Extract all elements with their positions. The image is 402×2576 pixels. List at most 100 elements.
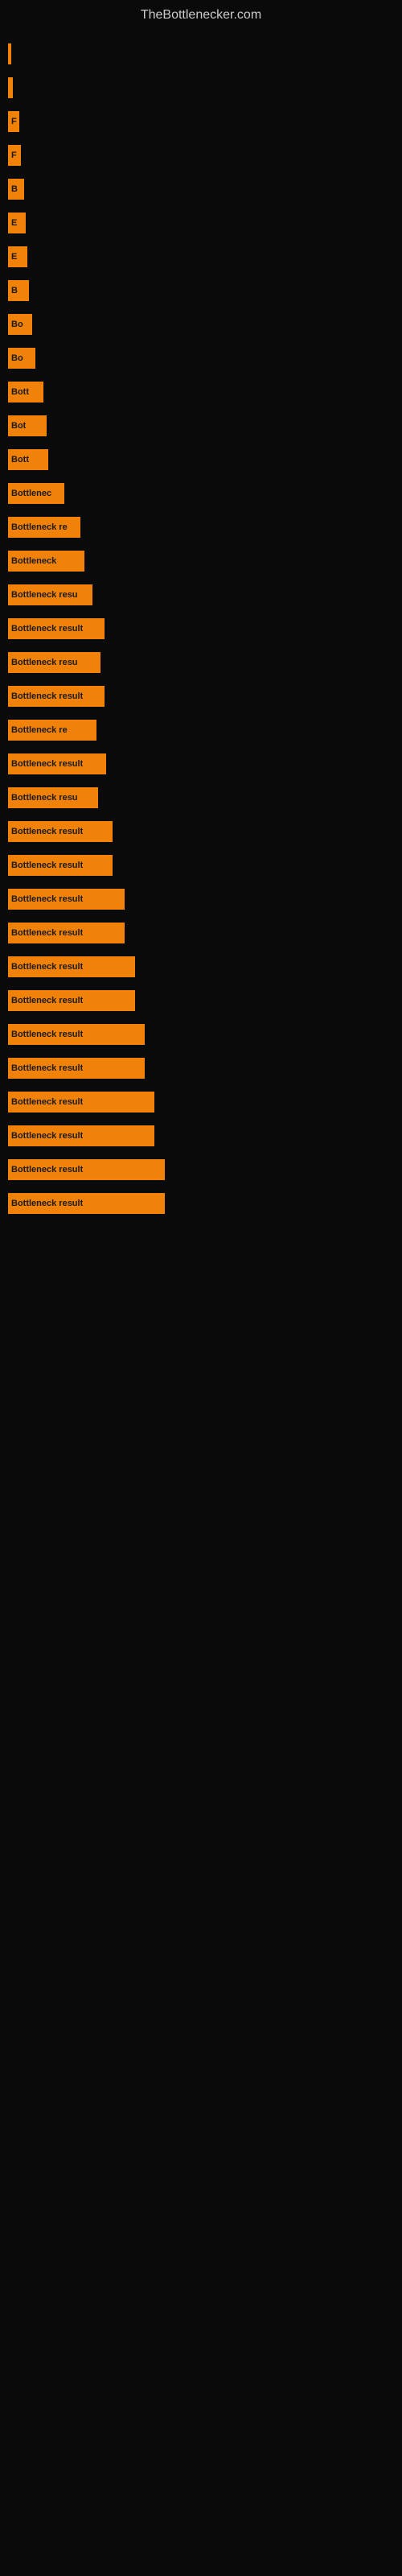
- bar-row: F: [8, 106, 394, 137]
- bar-item: Bottleneck resu: [8, 652, 100, 673]
- bar-row: Bottleneck result: [8, 613, 394, 644]
- bar-label: Bottleneck result: [11, 1030, 83, 1039]
- bar-item: Bottleneck result: [8, 1159, 165, 1180]
- bar-label: Bottleneck result: [11, 691, 83, 701]
- bar-row: [8, 39, 394, 69]
- bar-row: Bottleneck resu: [8, 647, 394, 678]
- bar-item: Bottleneck result: [8, 1024, 145, 1045]
- bar-item: Bottleneck result: [8, 1092, 154, 1113]
- bar-item: Bottleneck result: [8, 1058, 145, 1079]
- site-title: TheBottlenecker.com: [0, 0, 402, 27]
- bar-row: Bottleneck re: [8, 715, 394, 745]
- bar-row: Bott: [8, 377, 394, 407]
- bar-row: F: [8, 140, 394, 171]
- bar-row: Bo: [8, 309, 394, 340]
- bar-label: Bottleneck result: [11, 928, 83, 938]
- bar-row: Bottleneck result: [8, 1121, 394, 1151]
- bar-row: Bottleneck resu: [8, 782, 394, 813]
- bar-label: Bottleneck result: [11, 894, 83, 904]
- bar-label: Bo: [11, 353, 23, 363]
- bar-label: E: [11, 252, 17, 262]
- bar-item: Bottleneck result: [8, 855, 113, 876]
- bar-item: Bottlenec: [8, 483, 64, 504]
- bar-item: Bottleneck resu: [8, 584, 92, 605]
- bar-label: Bottleneck result: [11, 1131, 83, 1141]
- bar-row: Bo: [8, 343, 394, 374]
- bar-item: Bot: [8, 415, 47, 436]
- bar-label: Bot: [11, 421, 26, 431]
- bar-item: Bottleneck resu: [8, 787, 98, 808]
- bar-item: Bottleneck result: [8, 1193, 165, 1214]
- bars-container: F F B E E B Bo Bo Bott Bot Bott Bottlenec Bottleneck…: [0, 27, 402, 1230]
- bar-label: Bo: [11, 320, 23, 329]
- bar-item: E: [8, 213, 26, 233]
- bar-label: Bottleneck re: [11, 522, 68, 532]
- bar-label: Bottleneck result: [11, 1097, 83, 1107]
- bar-row: Bottleneck result: [8, 918, 394, 948]
- bar-label: Bottlenec: [11, 489, 51, 498]
- bar-row: Bottleneck result: [8, 985, 394, 1016]
- bar-row: Bottleneck result: [8, 681, 394, 712]
- bar-item: Bo: [8, 314, 32, 335]
- bar-item: Bottleneck result: [8, 618, 105, 639]
- bar-row: Bottleneck result: [8, 1053, 394, 1084]
- bar-row: Bottleneck result: [8, 749, 394, 779]
- bar-row: Bottleneck result: [8, 1154, 394, 1185]
- bar-label: Bottleneck result: [11, 827, 83, 836]
- bar-row: Bottleneck result: [8, 1188, 394, 1219]
- bar-row: Bottleneck result: [8, 884, 394, 914]
- bar-row: Bottleneck resu: [8, 580, 394, 610]
- bar-item: Bottleneck re: [8, 720, 96, 741]
- bar-item: Bottleneck: [8, 551, 84, 572]
- bar-item: Bottleneck re: [8, 517, 80, 538]
- bar-label: Bottleneck re: [11, 725, 68, 735]
- bar-row: B: [8, 174, 394, 204]
- bar-item: Bottleneck result: [8, 923, 125, 943]
- bar-item: [8, 43, 11, 64]
- bar-item: Bo: [8, 348, 35, 369]
- bar-label: Bottleneck: [11, 556, 56, 566]
- bar-row: E: [8, 242, 394, 272]
- bar-label: E: [11, 218, 17, 228]
- bar-label: Bottleneck result: [11, 624, 83, 634]
- bar-item: B: [8, 280, 29, 301]
- bar-row: Bottlenec: [8, 478, 394, 509]
- bar-item: Bott: [8, 449, 48, 470]
- bar-item: Bottleneck result: [8, 1125, 154, 1146]
- bar-row: Bott: [8, 444, 394, 475]
- bar-row: Bottleneck result: [8, 952, 394, 982]
- bar-label: Bottleneck result: [11, 1063, 83, 1073]
- bar-label: F: [11, 151, 17, 160]
- bar-item: Bottleneck result: [8, 686, 105, 707]
- bar-row: Bottleneck result: [8, 1087, 394, 1117]
- bar-label: B: [11, 286, 18, 295]
- bar-row: Bottleneck result: [8, 816, 394, 847]
- bar-label: Bottleneck result: [11, 759, 83, 769]
- bar-item: [8, 77, 13, 98]
- bar-item: E: [8, 246, 27, 267]
- bar-item: Bottleneck result: [8, 990, 135, 1011]
- bar-item: Bottleneck result: [8, 821, 113, 842]
- bar-row: Bottleneck result: [8, 1019, 394, 1050]
- bar-label: Bottleneck resu: [11, 658, 78, 667]
- bar-label: Bottleneck result: [11, 996, 83, 1005]
- bar-item: Bottleneck result: [8, 889, 125, 910]
- bar-item: Bottleneck result: [8, 956, 135, 977]
- bar-row: Bottleneck: [8, 546, 394, 576]
- bar-label: Bottleneck result: [11, 962, 83, 972]
- bar-row: Bot: [8, 411, 394, 441]
- bar-item: B: [8, 179, 24, 200]
- bar-label: Bottleneck resu: [11, 793, 78, 803]
- bar-label: F: [11, 117, 17, 126]
- bar-item: F: [8, 145, 21, 166]
- bar-item: F: [8, 111, 19, 132]
- bar-label: Bottleneck resu: [11, 590, 78, 600]
- bar-row: B: [8, 275, 394, 306]
- bar-item: Bottleneck result: [8, 753, 106, 774]
- bar-row: E: [8, 208, 394, 238]
- bar-row: Bottleneck re: [8, 512, 394, 543]
- bar-row: [8, 72, 394, 103]
- bar-label: Bott: [11, 387, 29, 397]
- bar-item: Bott: [8, 382, 43, 402]
- bar-label: Bottleneck result: [11, 1199, 83, 1208]
